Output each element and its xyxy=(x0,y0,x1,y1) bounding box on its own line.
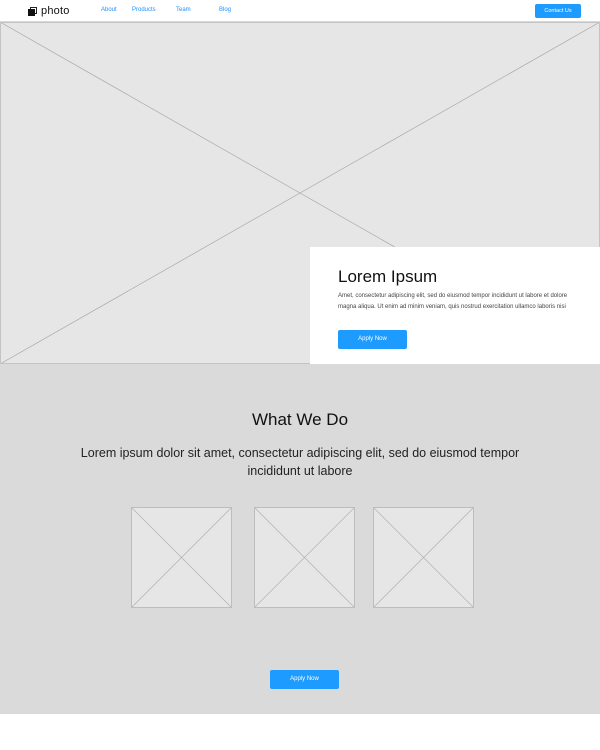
section-title: What We Do xyxy=(251,410,349,429)
hero-apply-now-button[interactable]: Apply Now xyxy=(338,330,407,349)
photo-logo-icon xyxy=(28,6,37,16)
thumbnail-1 xyxy=(131,507,232,608)
logo[interactable]: photo xyxy=(28,4,70,18)
section-lead-text: Lorem ipsum dolor sit amet, consectetur … xyxy=(80,446,520,478)
section-apply-now-button[interactable]: Apply Now xyxy=(270,670,339,689)
image-placeholder-icon xyxy=(132,508,231,607)
what-we-do-section: What We Do Lorem ipsum dolor sit amet, c… xyxy=(0,364,600,714)
footer-strip xyxy=(0,714,600,750)
thumbnail-3 xyxy=(373,507,474,608)
hero-card: Lorem Ipsum Amet, consectetur adipiscing… xyxy=(310,247,600,364)
image-placeholder-icon xyxy=(374,508,473,607)
nav-link-products[interactable]: Products xyxy=(132,6,156,15)
thumbnail-2 xyxy=(254,507,355,608)
nav-link-blog[interactable]: Blog xyxy=(219,6,231,15)
hero-section: Lorem Ipsum Amet, consectetur adipiscing… xyxy=(0,22,600,364)
nav-link-about[interactable]: About xyxy=(101,6,117,15)
image-placeholder-icon xyxy=(255,508,354,607)
hero-title: Lorem Ipsum xyxy=(338,267,438,286)
top-navbar: photo About Products Team Blog Contact U… xyxy=(0,0,600,22)
nav-link-team[interactable]: Team xyxy=(176,6,191,15)
contact-us-button[interactable]: Contact Us xyxy=(535,4,581,18)
logo-text: photo xyxy=(41,5,70,17)
hero-description: Amet, consectetur adipiscing elit, sed d… xyxy=(338,293,568,310)
